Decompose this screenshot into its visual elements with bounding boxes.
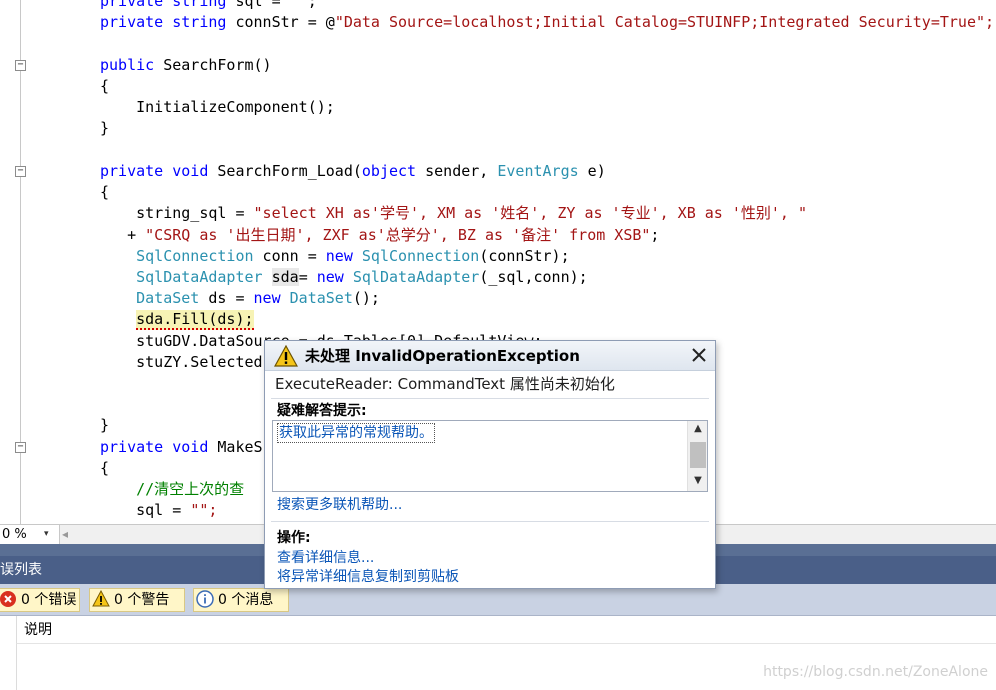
code-line: sql = ""; (100, 501, 218, 519)
general-help-link[interactable]: 获取此异常的常规帮助。 (277, 423, 435, 443)
code-line: InitializeComponent(); (100, 98, 335, 116)
code-line: private string connStr = @"Data Source=l… (100, 13, 995, 31)
close-icon[interactable] (688, 344, 710, 366)
copy-exception-link[interactable]: 将异常详细信息复制到剪贴板 (277, 566, 459, 586)
code-line: { (100, 183, 110, 201)
divider (271, 521, 709, 522)
exception-title: 未处理 InvalidOperationException (305, 347, 580, 365)
exception-message: ExecuteReader: CommandText 属性尚未初始化 (275, 375, 615, 393)
warnings-count: 0 个警告 (114, 592, 170, 608)
code-line: //清空上次的查 (100, 480, 245, 498)
code-line: { (100, 459, 110, 477)
code-line: string_sql = "select XH as'学号', XM as '姓… (100, 204, 808, 222)
search-online-help-link[interactable]: 搜索更多联机帮助... (277, 494, 402, 514)
exception-assistant-popup: 未处理 InvalidOperationException ExecuteRea… (264, 340, 716, 589)
collapse-icon[interactable]: − (15, 166, 26, 177)
view-details-link[interactable]: 查看详细信息... (277, 547, 374, 567)
code-line: DataSet ds = new DataSet(); (136, 289, 380, 307)
column-header-description[interactable]: 说明 (16, 616, 996, 644)
errors-count: 0 个错误 (21, 592, 77, 608)
code-line: private void SearchForm_Load(object send… (100, 162, 606, 180)
code-line: private string sql = ""; (100, 0, 317, 10)
watermark: https://blog.csdn.net/ZoneAlone (763, 664, 988, 680)
scroll-thumb[interactable] (690, 442, 706, 468)
code-line: } (100, 416, 110, 434)
warnings-filter-button[interactable]: 0 个警告 (89, 588, 185, 612)
scroll-left-icon[interactable]: ◂ (62, 527, 68, 541)
code-line: SqlConnection conn = new SqlConnection(c… (136, 247, 570, 265)
collapse-icon[interactable]: − (15, 442, 26, 453)
code-line: + "CSRQ as '出生日期', ZXF as'总学分', BZ as '备… (100, 226, 660, 244)
warning-icon (274, 345, 298, 367)
divider (271, 398, 709, 399)
scroll-up-icon[interactable]: ▲ (691, 423, 705, 437)
popup-header: 未处理 InvalidOperationException (265, 341, 715, 371)
code-line: private void MakeS (100, 438, 263, 456)
current-statement: sda.Fill(ds); (136, 310, 254, 330)
code-line: } (100, 119, 110, 137)
row-indicator-column (16, 644, 17, 690)
collapse-icon[interactable]: − (15, 60, 26, 71)
troubleshooting-tips-list: 获取此异常的常规帮助。 ▲ ▼ (272, 420, 708, 492)
scroll-down-icon[interactable]: ▼ (691, 475, 705, 489)
code-line: { (100, 77, 110, 95)
zoom-select[interactable]: 0 % ▾ (0, 525, 60, 544)
code-line: public SearchForm() (100, 56, 272, 74)
errors-filter-button[interactable]: 0 个错误 (0, 588, 80, 612)
zoom-value: 0 % (2, 527, 27, 542)
actions-label: 操作: (277, 530, 311, 546)
info-icon (196, 590, 214, 608)
tips-scrollbar[interactable]: ▲ ▼ (687, 421, 707, 491)
warning-icon (92, 590, 110, 607)
messages-filter-button[interactable]: 0 个消息 (193, 588, 289, 612)
tips-label: 疑难解答提示: (277, 403, 367, 419)
error-icon (0, 591, 16, 607)
code-line: stuZY.Selected (100, 353, 263, 371)
chevron-down-icon[interactable]: ▾ (44, 525, 49, 544)
messages-count: 0 个消息 (218, 592, 274, 608)
code-line: SqlDataAdapter sda= new SqlDataAdapter(_… (136, 268, 588, 286)
error-list-body: 说明 https://blog.csdn.net/ZoneAlone (0, 616, 996, 690)
